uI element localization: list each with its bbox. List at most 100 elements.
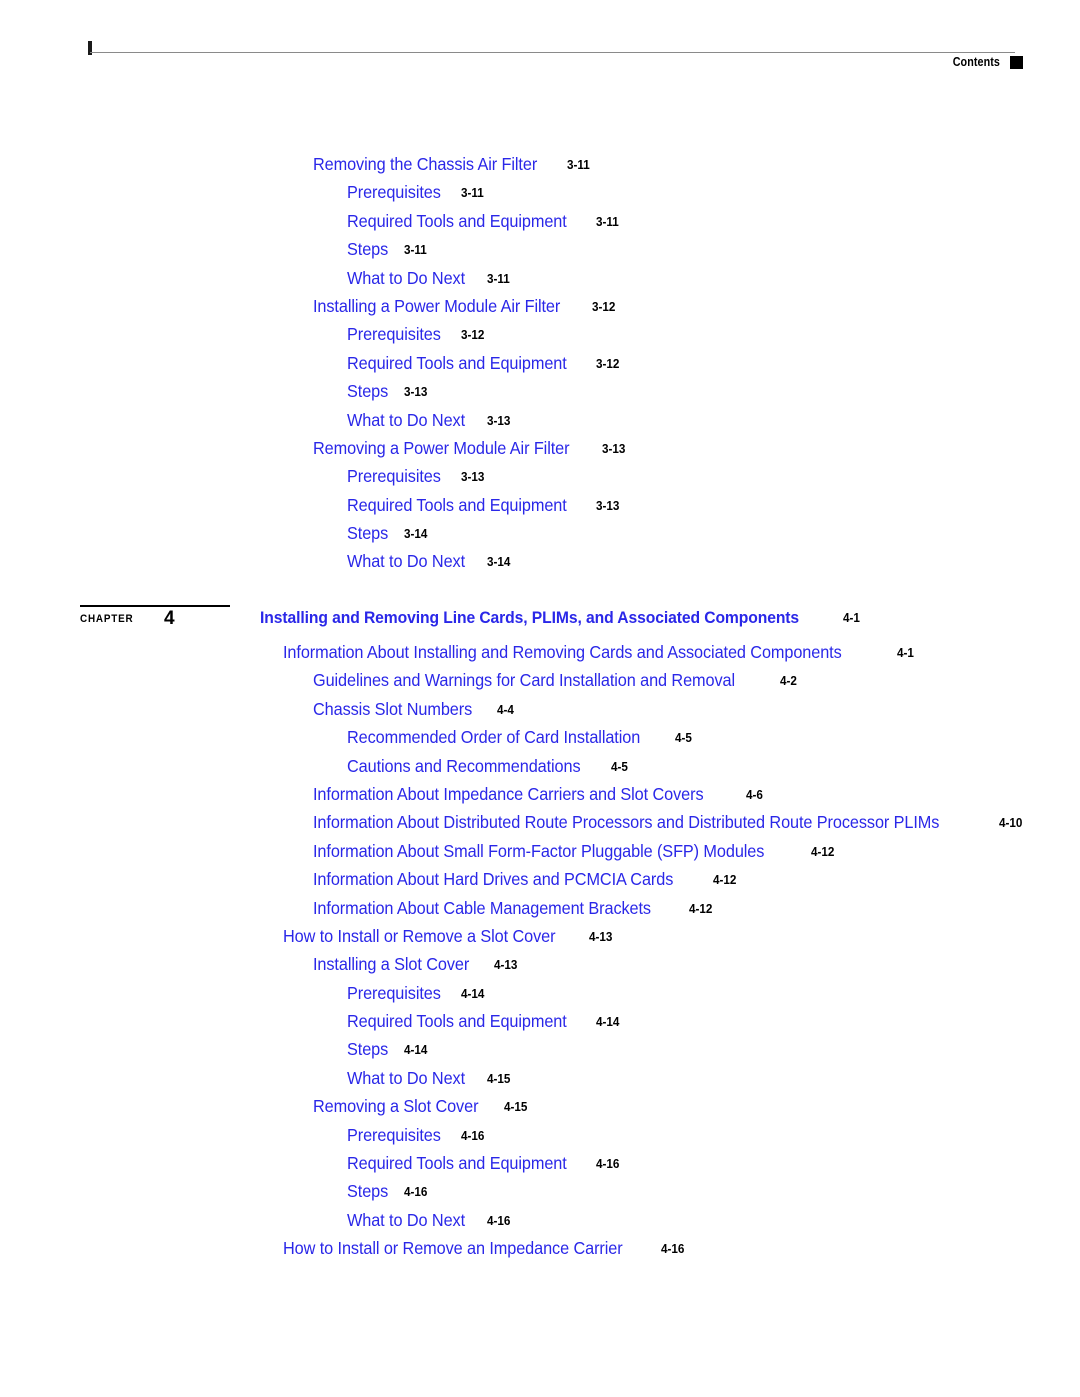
toc-entry-page: 4-16 (486, 1212, 511, 1228)
toc-entry[interactable]: Steps 4-14 (0, 1035, 1080, 1063)
toc-entry[interactable]: Required Tools and Equipment 4-16 (0, 1149, 1080, 1177)
toc-entry-label: Installing a Slot Cover (313, 954, 470, 975)
toc-entry-label: Prerequisites (347, 1124, 441, 1145)
toc-entry-page: 4-2 (779, 673, 797, 689)
toc-entry-page: 3-11 (596, 213, 619, 229)
toc-entry-page: 4-15 (503, 1099, 528, 1115)
toc-entry[interactable]: Removing a Power Module Air Filter 3-13 (0, 434, 1080, 462)
toc-entry-label: How to Install or Remove a Slot Cover (283, 925, 556, 946)
toc-entry-label: What to Do Next (347, 409, 466, 430)
toc-entry-page: 3-13 (596, 497, 620, 513)
toc-entry[interactable]: Information About Cable Management Brack… (0, 894, 1080, 922)
toc-entry[interactable]: Prerequisites 3-13 (0, 462, 1080, 490)
toc-entry-label: Required Tools and Equipment (347, 1153, 567, 1174)
toc-section-chapter4: Information About Installing and Removin… (0, 638, 1080, 1263)
toc-entry[interactable]: Prerequisites 4-16 (0, 1121, 1080, 1149)
toc-entry-page: 4-13 (493, 957, 518, 973)
chapter-title-page: 4-1 (843, 610, 861, 625)
toc-entry-label: Required Tools and Equipment (347, 210, 567, 231)
chapter-rule (80, 605, 230, 607)
toc-entry[interactable]: Cautions and Recommendations 4-5 (0, 752, 1080, 780)
toc-entry[interactable]: Steps 4-16 (0, 1177, 1080, 1205)
toc-entry[interactable]: Prerequisites 3-12 (0, 320, 1080, 348)
toc-entry-page: 4-16 (404, 1184, 428, 1200)
toc-entry-label: Removing a Power Module Air Filter (313, 437, 570, 458)
toc-entry-page: 3-12 (460, 327, 485, 343)
toc-entry-page: 4-15 (486, 1070, 511, 1086)
toc-entry-page: 4-14 (460, 985, 485, 1001)
toc-entry-page: 4-5 (675, 730, 693, 746)
toc-entry-page: 3-11 (404, 242, 428, 258)
toc-entry[interactable]: Required Tools and Equipment 4-14 (0, 1007, 1080, 1035)
toc-entry[interactable]: Steps 3-11 (0, 235, 1080, 263)
toc-entry[interactable]: What to Do Next 4-15 (0, 1064, 1080, 1092)
toc-entry[interactable]: Prerequisites 4-14 (0, 979, 1080, 1007)
toc-entry[interactable]: Information About Small Form-Factor Plug… (0, 837, 1080, 865)
toc-entry-page: 4-12 (713, 872, 737, 888)
toc-entry-label: Steps (347, 239, 389, 260)
toc-entry[interactable]: Recommended Order of Card Installation 4-… (0, 723, 1080, 751)
toc-entry-page: 3-13 (460, 469, 485, 485)
toc-entry-page: 4-14 (596, 1014, 620, 1030)
toc-entry[interactable]: Information About Hard Drives and PCMCIA… (0, 865, 1080, 893)
toc-entry-label: Required Tools and Equipment (347, 352, 567, 373)
toc-entry[interactable]: Guidelines and Warnings for Card Install… (0, 666, 1080, 694)
toc-entry-label: Prerequisites (347, 982, 441, 1003)
toc-entry[interactable]: Removing the Chassis Air Filter 3-11 (0, 150, 1080, 178)
toc-entry-page: 4-16 (460, 1127, 485, 1143)
toc-entry[interactable]: Information About Installing and Removin… (0, 638, 1080, 666)
toc-entry-page: 3-12 (596, 355, 620, 371)
toc-entry-page: 4-1 (896, 645, 914, 660)
toc-entry[interactable]: What to Do Next 3-14 (0, 547, 1080, 575)
chapter-label: CHAPTER (80, 613, 134, 625)
toc-entry-label: Steps (347, 381, 389, 402)
toc-entry[interactable]: What to Do Next 3-13 (0, 406, 1080, 434)
toc-entry[interactable]: Steps 3-13 (0, 377, 1080, 405)
chapter-marker: CHAPTER 4 (80, 600, 270, 640)
toc-entry-label: Required Tools and Equipment (347, 494, 567, 515)
toc-entry-label: Information About Installing and Removin… (283, 642, 842, 662)
toc-entry-label: How to Install or Remove an Impedance Ca… (283, 1238, 623, 1259)
toc-entry[interactable]: Required Tools and Equipment 3-12 (0, 349, 1080, 377)
toc-entry-label: Required Tools and Equipment (347, 1011, 567, 1032)
toc-entry[interactable]: What to Do Next 4-16 (0, 1206, 1080, 1234)
toc-entry-page: 4-4 (497, 701, 515, 717)
toc-entry[interactable]: How to Install or Remove a Slot Cover 4-1… (0, 922, 1080, 950)
toc-entry[interactable]: Required Tools and Equipment 3-11 (0, 207, 1080, 235)
toc-entry-label: Steps (347, 1039, 389, 1060)
toc-entry-page: 3-11 (486, 270, 510, 286)
toc-entry[interactable]: Installing a Slot Cover 4-13 (0, 950, 1080, 978)
toc-entry-label: Information About Cable Management Brack… (313, 897, 651, 918)
toc-entry[interactable]: Required Tools and Equipment 3-13 (0, 491, 1080, 519)
toc-entry-label: Information About Distributed Route Proc… (313, 812, 940, 833)
toc-entry[interactable]: How to Install or Remove an Impedance Ca… (0, 1234, 1080, 1262)
toc-entry-page: 3-13 (404, 384, 428, 400)
toc-entry[interactable]: Prerequisites 3-11 (0, 178, 1080, 206)
toc-section-chapter3: Removing the Chassis Air Filter 3-11 Prere… (0, 150, 1080, 576)
toc-entry[interactable]: Chassis Slot Numbers 4-4 (0, 695, 1080, 723)
chapter-number: 4 (164, 608, 175, 629)
header-divider (90, 52, 1015, 53)
toc-entry[interactable]: Information About Impedance Carriers and… (0, 780, 1080, 808)
toc-entry-page: 3-13 (486, 412, 511, 428)
black-square-icon (1010, 56, 1023, 69)
toc-entry[interactable]: Removing a Slot Cover 4-15 (0, 1092, 1080, 1120)
toc-entry-label: Prerequisites (347, 324, 441, 345)
toc-entry-label: Removing a Slot Cover (313, 1096, 479, 1117)
chapter-title-text: Installing and Removing Line Cards, PLIM… (260, 609, 800, 627)
toc-entry[interactable]: Steps 3-14 (0, 519, 1080, 547)
toc-entry-label: What to Do Next (347, 1209, 466, 1230)
toc-entry[interactable]: Installing a Power Module Air Filter 3-12 (0, 292, 1080, 320)
toc-entry[interactable]: What to Do Next 3-11 (0, 264, 1080, 292)
toc-entry-label: What to Do Next (347, 1067, 466, 1088)
toc-entry-label: Recommended Order of Card Installation (347, 727, 641, 748)
toc-entry-page: 3-14 (486, 554, 511, 570)
document-page: Contents Removing the Chassis Air Filter… (0, 0, 1080, 1397)
toc-entry-page: 4-16 (596, 1156, 620, 1172)
toc-entry-label: Removing the Chassis Air Filter (313, 154, 538, 174)
toc-entry-page: 4-16 (661, 1241, 685, 1257)
toc-entry[interactable]: Information About Distributed Route Proc… (0, 808, 1080, 836)
toc-entry-label: Information About Impedance Carriers and… (313, 783, 704, 804)
toc-entry-label: Prerequisites (347, 466, 441, 487)
chapter-title-entry[interactable]: Installing and Removing Line Cards, PLIM… (260, 609, 862, 628)
